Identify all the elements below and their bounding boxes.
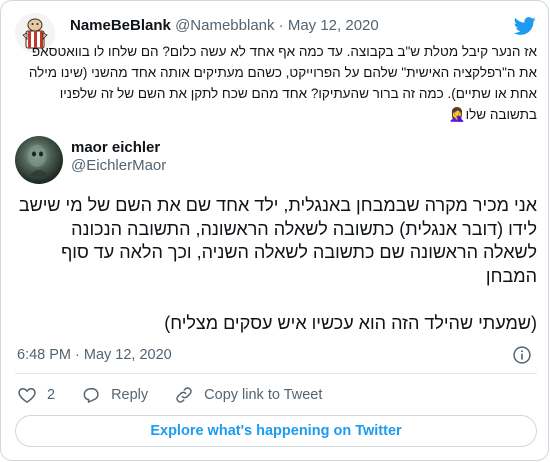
quoted-display-name[interactable]: NameBeBlank [70, 17, 171, 34]
explore-button[interactable]: Explore what's happening on Twitter [15, 415, 537, 447]
twitter-bird-icon[interactable] [513, 15, 537, 37]
author-display-name[interactable]: maor eichler [71, 139, 160, 156]
quoted-handle-date[interactable]: @Namebblank · May 12, 2020 [175, 17, 379, 34]
tweet-actions: 2 Reply Copy link to Tweet [17, 384, 348, 406]
link-icon [176, 387, 192, 403]
like-count: 2 [47, 387, 56, 403]
author-avatar[interactable] [15, 136, 63, 184]
info-icon[interactable] [512, 345, 532, 365]
reply-icon [83, 388, 99, 403]
tweet-timestamp[interactable]: 6:48 PM · May 12, 2020 [17, 347, 172, 363]
divider [15, 373, 537, 374]
author-handle[interactable]: @EichlerMaor [71, 157, 166, 174]
reply-button[interactable]: Reply [81, 385, 148, 405]
tweet-author[interactable]: maor eichler @EichlerMaor [15, 135, 537, 184]
reply-label: Reply [111, 387, 149, 403]
like-button[interactable]: 2 [17, 385, 55, 405]
copy-link-button[interactable]: Copy link to Tweet [174, 385, 322, 405]
tweet-text: אני מכיר מקרה שבמבחן באנגלית, ילד אחד שם… [18, 195, 537, 333]
heart-icon [18, 388, 36, 403]
embedded-tweet-card: NameBeBlank @Namebblank · May 12, 2020 א… [0, 0, 549, 461]
quoted-tweet-text: אז הנער קיבל מטלת ש"ב בקבוצה. עד כמה אף … [28, 44, 537, 122]
quoted-header: NameBeBlank @Namebblank · May 12, 2020 [70, 17, 379, 34]
copy-link-label: Copy link to Tweet [204, 387, 323, 403]
